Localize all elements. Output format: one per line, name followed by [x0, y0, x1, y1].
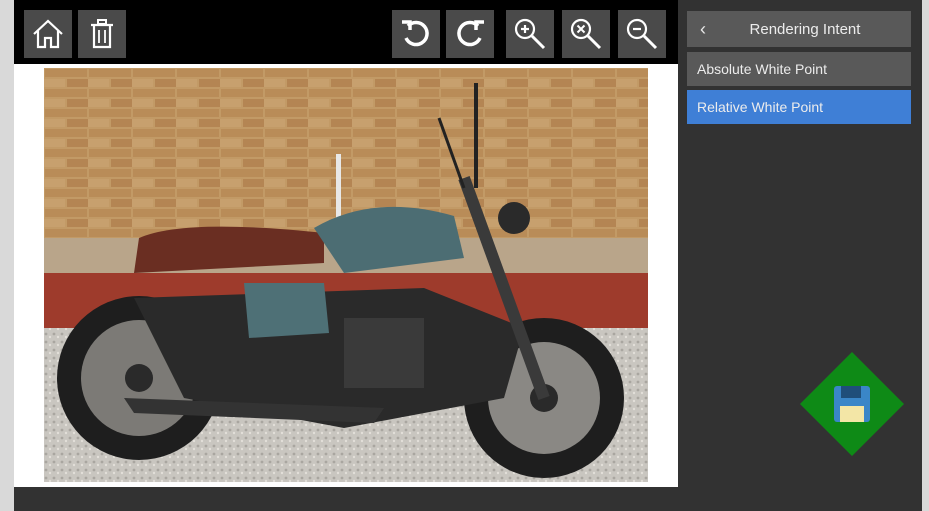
motorcycle-photo — [44, 68, 648, 482]
chevron-left-icon: ‹ — [700, 18, 706, 39]
home-button[interactable] — [24, 10, 72, 58]
trash-icon — [91, 19, 113, 49]
panel-header-back-button[interactable]: ‹ Rendering Intent — [687, 11, 911, 47]
zoom-reset-icon — [570, 18, 602, 50]
panel-title: Rendering Intent — [749, 20, 861, 38]
rotate-left-icon — [402, 20, 429, 47]
image-canvas[interactable] — [14, 64, 678, 487]
rotate-left-button[interactable] — [392, 10, 440, 58]
zoom-in-icon — [514, 18, 546, 50]
delete-button[interactable] — [78, 10, 126, 58]
rotate-right-icon — [457, 20, 484, 47]
option-absolute-white-point[interactable]: Absolute White Point — [687, 52, 911, 86]
zoom-reset-button[interactable] — [562, 10, 610, 58]
toolbar — [14, 0, 678, 64]
home-icon — [33, 19, 63, 49]
status-bar — [14, 487, 678, 511]
zoom-in-button[interactable] — [506, 10, 554, 58]
option-label: Relative White Point — [697, 99, 824, 115]
floppy-disk-icon — [834, 386, 870, 422]
zoom-out-button[interactable] — [618, 10, 666, 58]
rotate-right-button[interactable] — [446, 10, 494, 58]
option-label: Absolute White Point — [697, 61, 827, 77]
option-relative-white-point[interactable]: Relative White Point — [687, 90, 911, 124]
save-button[interactable] — [800, 352, 904, 456]
zoom-out-icon — [626, 18, 658, 50]
